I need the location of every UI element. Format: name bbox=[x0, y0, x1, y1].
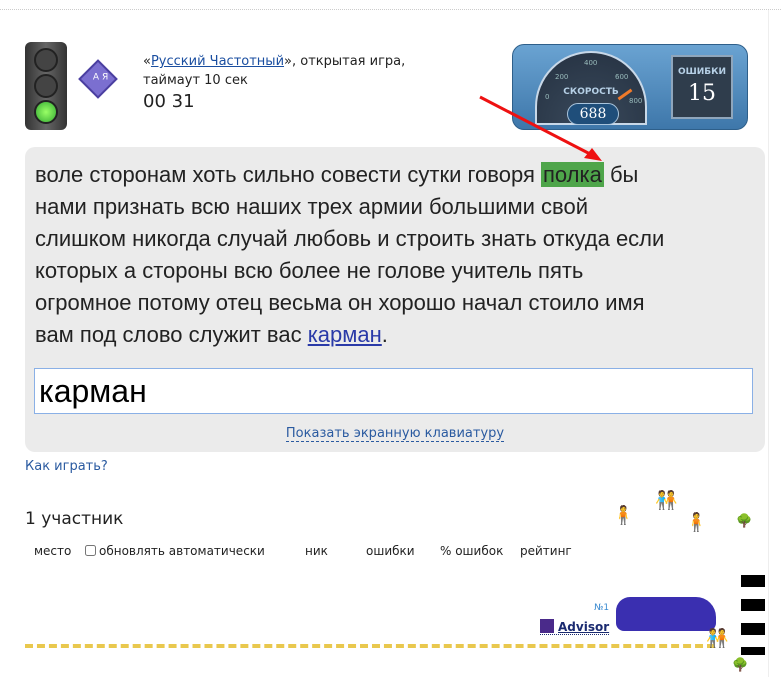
col-errors: ошибки bbox=[366, 544, 415, 558]
player-nick[interactable]: Advisor bbox=[540, 619, 610, 635]
auto-update-checkbox[interactable] bbox=[85, 545, 96, 556]
spectator-icon: 🧍 bbox=[612, 505, 635, 526]
participants-count: 1 участник bbox=[25, 509, 124, 529]
spectator-icon: 🧍 bbox=[685, 512, 708, 533]
red-arrow-annotation bbox=[479, 95, 602, 161]
player-car bbox=[616, 597, 716, 631]
auto-update-label: обновлять автоматически bbox=[99, 544, 265, 558]
race-track bbox=[25, 644, 715, 648]
auto-update-toggle[interactable]: обновлять автоматически bbox=[85, 544, 265, 558]
avatar bbox=[540, 619, 554, 633]
spectators-icon: 🧑‍🤝‍🧑 bbox=[706, 628, 729, 649]
bush-icon: 🌳 bbox=[732, 658, 749, 673]
finish-flag-icon bbox=[741, 575, 765, 655]
player-nick-text: Advisor bbox=[558, 620, 610, 634]
col-place: место bbox=[34, 544, 72, 558]
col-nick: ник bbox=[305, 544, 328, 558]
how-to-play-link[interactable]: Как играть? bbox=[25, 459, 108, 474]
col-rating: рейтинг bbox=[520, 544, 572, 558]
bush-icon: 🌳 bbox=[736, 514, 753, 529]
col-error-pct: % ошибок bbox=[440, 544, 504, 558]
player-rank: №1 bbox=[594, 603, 610, 613]
spectators-icon: 🧑‍🤝‍🧑 bbox=[655, 490, 678, 511]
